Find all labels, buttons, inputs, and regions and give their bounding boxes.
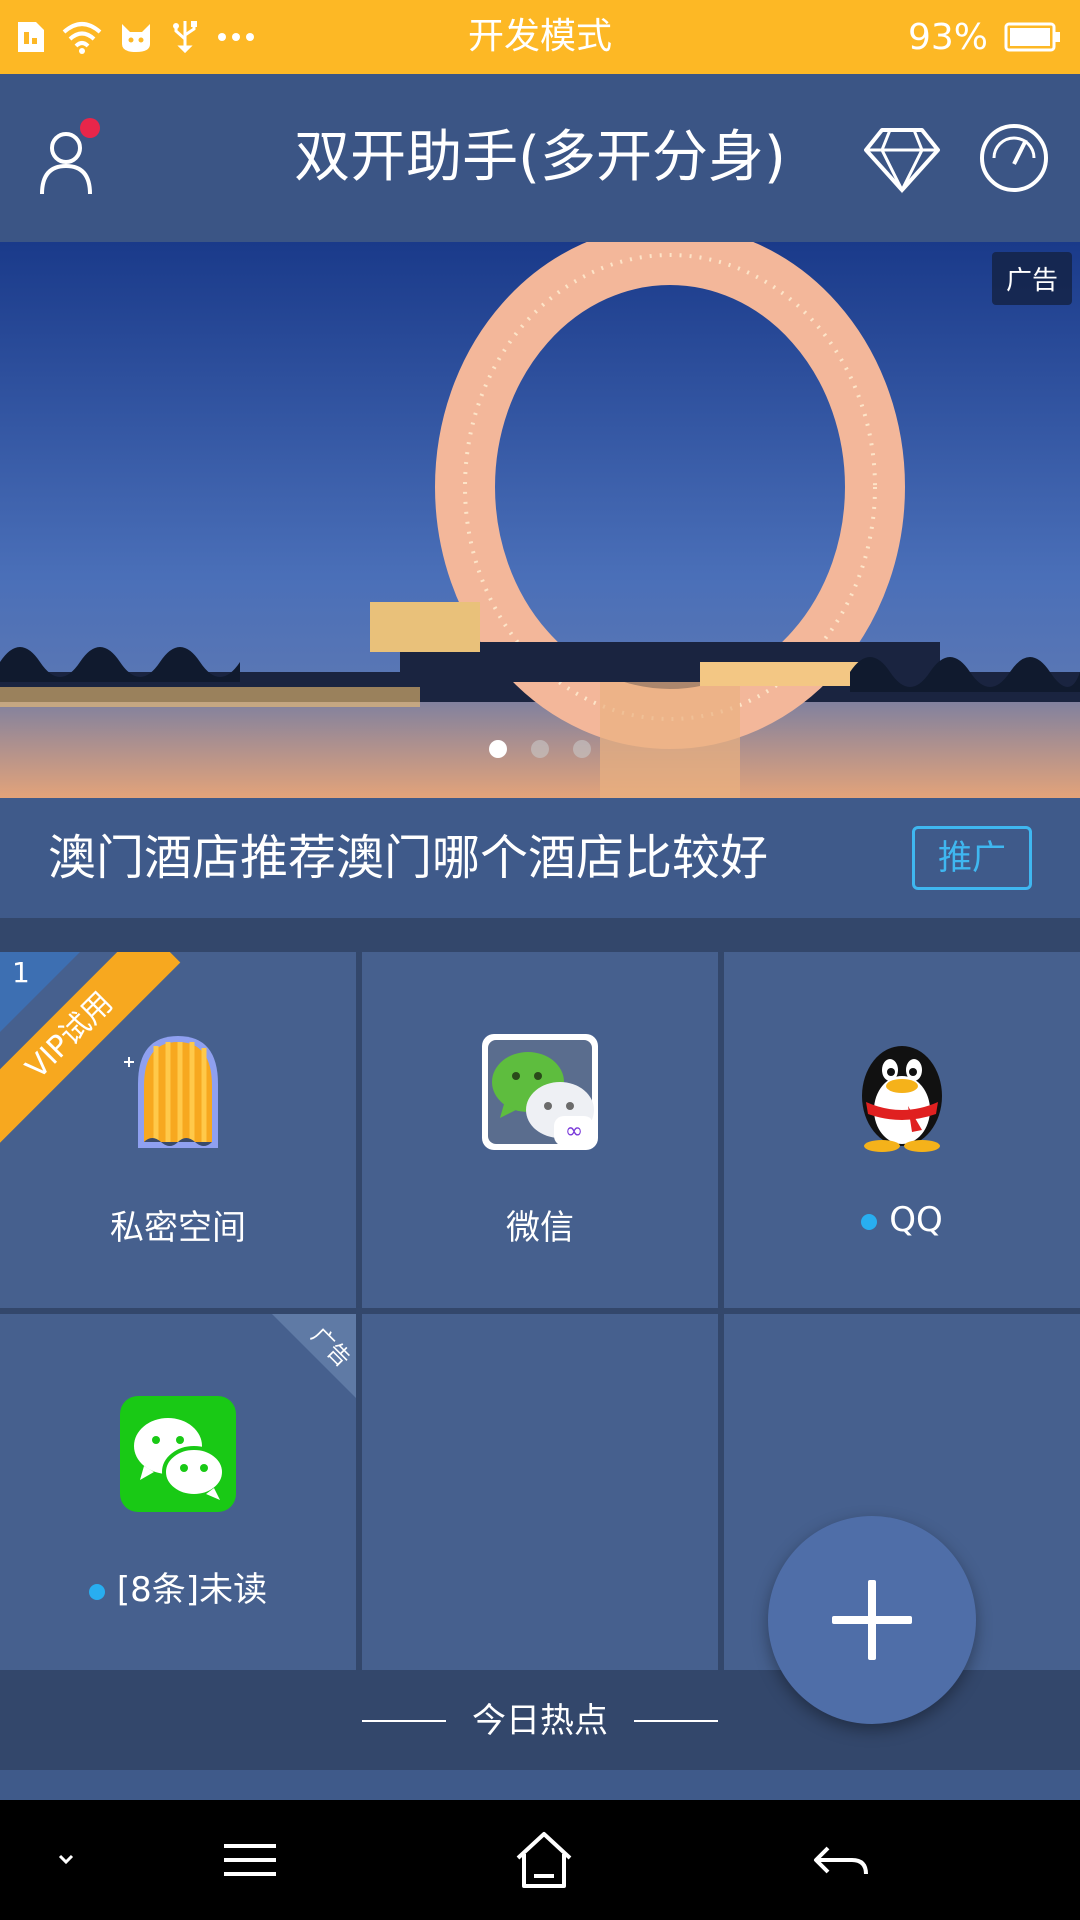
hot-topics-content xyxy=(0,1770,1080,1800)
cell-label-private-space: 私密空间 xyxy=(110,1208,246,1248)
banner-image xyxy=(0,242,1080,798)
nav-home-button[interactable] xyxy=(504,1820,584,1900)
nav-collapse-button[interactable] xyxy=(26,1820,106,1900)
grid-cell-wechat-clone[interactable]: ∞ 微信 xyxy=(362,952,718,1308)
plus-icon xyxy=(868,1580,876,1660)
grid-cell-empty-1[interactable] xyxy=(362,1314,718,1670)
status-bar: 开发模式 93% xyxy=(0,0,1080,74)
ad-label: 广告 xyxy=(991,252,1072,305)
banner-dot-1[interactable] xyxy=(489,740,507,758)
add-app-button[interactable] xyxy=(768,1516,976,1724)
promo-text: 澳门酒店推荐澳门哪个酒店比较好 xyxy=(48,830,769,886)
banner-dot-2[interactable] xyxy=(531,740,549,758)
battery-percent: 93% xyxy=(907,16,988,58)
promo-tag: 推广 xyxy=(912,826,1032,890)
vip-count: 1 xyxy=(12,956,30,989)
ad-banner[interactable]: 广告 xyxy=(0,242,1080,798)
qq-penguin-icon xyxy=(862,1046,942,1152)
private-space-icon xyxy=(124,1036,218,1148)
banner-pagination xyxy=(0,740,1080,758)
section-divider xyxy=(0,918,1080,952)
vip-diamond-button[interactable] xyxy=(862,118,942,198)
hot-divider-right xyxy=(634,1720,718,1722)
nav-menu-button[interactable] xyxy=(210,1820,290,1900)
cell-label-qq-row: QQ xyxy=(724,1200,1080,1240)
home-icon xyxy=(516,1832,572,1888)
cell-label-wechat: 微信 xyxy=(506,1208,574,1248)
wechat-icon xyxy=(120,1396,236,1512)
cell-label-qq: QQ xyxy=(889,1200,943,1240)
chevron-down-icon xyxy=(58,1854,74,1865)
nav-back-button[interactable] xyxy=(800,1820,880,1900)
wechat-clone-icon: ∞ xyxy=(482,1034,598,1150)
cell-label-unread: [8条]未读 xyxy=(116,1570,268,1610)
battery-icon xyxy=(1004,22,1060,52)
grid-cell-wechat-ad[interactable]: 广告 [8条]未读 xyxy=(0,1314,356,1670)
diamond-icon xyxy=(864,128,940,194)
promo-row[interactable]: 澳门酒店推荐澳门哪个酒店比较好 推广 xyxy=(0,798,1080,918)
online-dot xyxy=(861,1213,878,1230)
menu-icon xyxy=(224,1844,276,1876)
speedometer-icon xyxy=(980,124,1048,192)
svg-text:∞: ∞ xyxy=(565,1119,583,1144)
speed-boost-button[interactable] xyxy=(974,118,1054,198)
system-nav-bar xyxy=(0,1800,1080,1920)
back-icon xyxy=(814,1846,868,1875)
banner-dot-3[interactable] xyxy=(573,740,591,758)
unread-dot xyxy=(88,1583,105,1600)
cell-label-unread-row: [8条]未读 xyxy=(0,1562,356,1611)
grid-cell-private-space[interactable]: VIP试用 1 私密空间 xyxy=(0,952,356,1308)
status-right: 93% xyxy=(908,0,1062,74)
app-header: 双开助手(多开分身) xyxy=(0,74,1080,242)
grid-cell-qq[interactable]: QQ xyxy=(724,952,1080,1308)
